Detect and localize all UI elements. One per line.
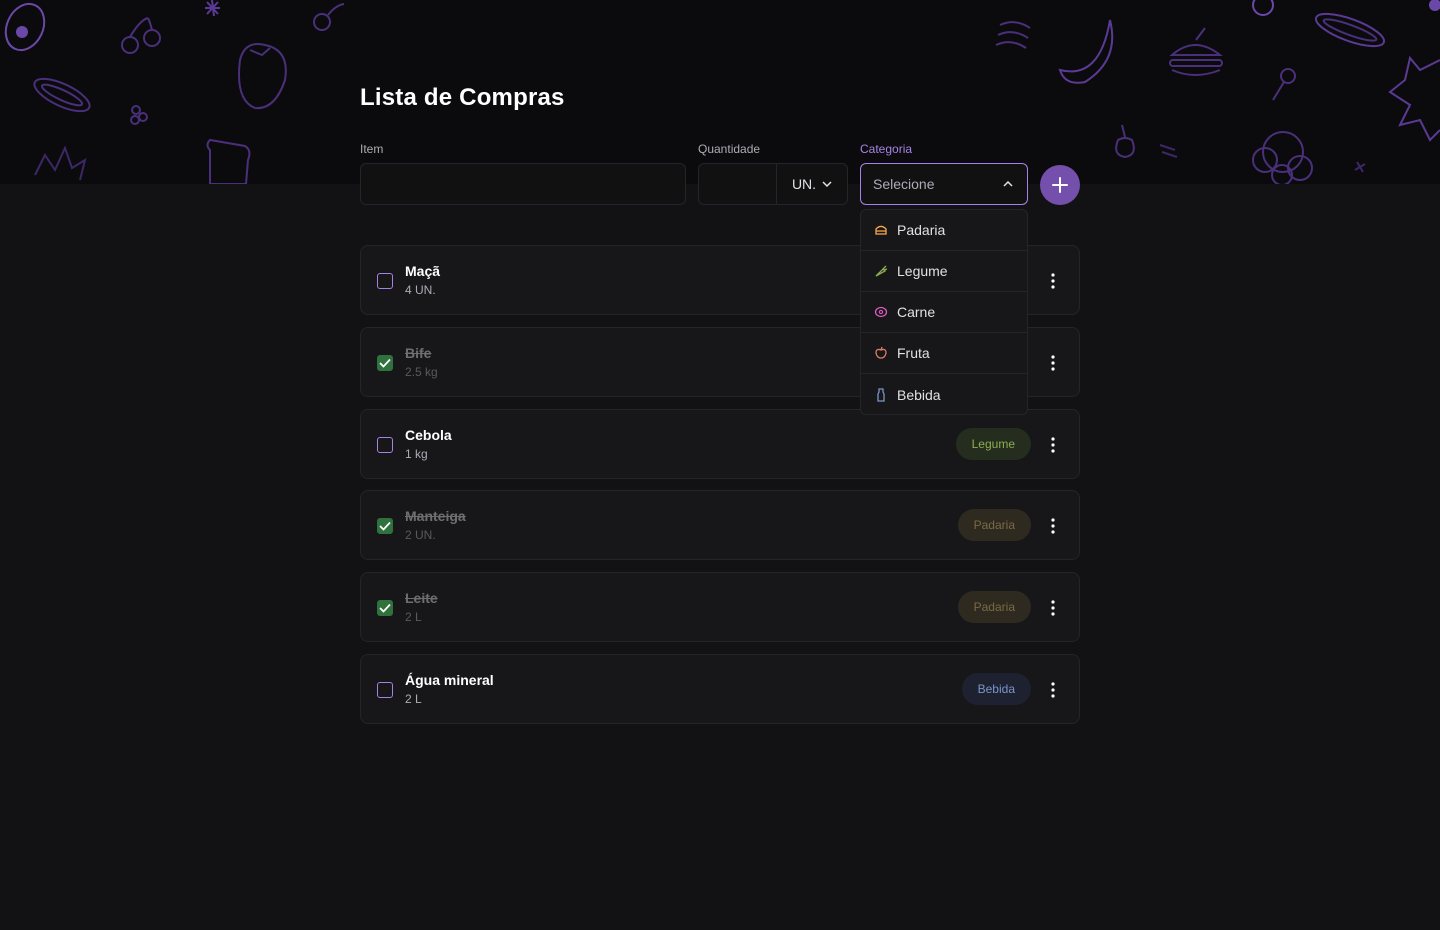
item-name: Água mineral [405,672,494,688]
list-item: Água mineral 2 L Bebida [360,654,1080,724]
item-menu-button[interactable] [1041,270,1065,292]
item-name: Leite [405,590,438,606]
item-quantity: 1 kg [405,447,428,461]
quantity-input[interactable] [699,164,777,204]
item-menu-button[interactable] [1041,515,1065,537]
check-icon [379,521,391,531]
item-quantity: 4 UN. [405,283,436,297]
option-label: Carne [897,304,936,320]
check-icon [379,358,391,368]
header-background [0,0,1440,184]
food-doodles-pattern [4,0,1440,184]
chevron-up-icon [1003,181,1013,187]
item-menu-button[interactable] [1041,352,1065,374]
quantity-group: UN. [698,163,848,205]
item-checkbox[interactable] [377,437,393,453]
item-input[interactable] [360,163,686,205]
item-checkbox[interactable] [377,682,393,698]
item-checkbox[interactable] [377,518,393,534]
check-icon [379,603,391,613]
item-quantity: 2 L [405,692,422,706]
category-option-fruta[interactable]: Fruta [861,333,1027,374]
category-tag: Bebida [961,673,1031,705]
item-quantity: 2 UN. [405,528,436,542]
more-vertical-icon [1051,437,1055,453]
category-dropdown: Padaria Legume Carne Fruta Bebida [860,209,1028,415]
category-option-bebida[interactable]: Bebida [861,374,1027,414]
bread-icon [875,225,887,235]
list-item: Cebola 1 kg Legume [360,409,1080,479]
category-option-padaria[interactable]: Padaria [861,210,1027,251]
more-vertical-icon [1051,273,1055,289]
item-name: Cebola [405,427,452,443]
more-vertical-icon [1051,355,1055,371]
quantity-label: Quantidade [698,142,761,156]
milk-icon [877,387,885,402]
option-label: Legume [897,263,948,279]
more-vertical-icon [1051,518,1055,534]
page-title: Lista de Compras [360,84,565,111]
option-label: Padaria [897,222,946,238]
apple-icon [875,346,887,359]
item-checkbox[interactable] [377,600,393,616]
item-menu-button[interactable] [1041,597,1065,619]
item-checkbox[interactable] [377,273,393,289]
category-select[interactable]: Selecione [860,163,1028,205]
item-quantity: 2 L [405,610,422,624]
category-placeholder: Selecione [873,176,935,192]
item-label: Item [360,142,384,156]
item-name: Maçã [405,263,441,279]
unit-select[interactable]: UN. [777,164,847,204]
item-name: Bife [405,345,432,361]
item-name: Manteiga [405,508,466,524]
unit-value: UN. [791,176,817,192]
chevron-down-icon [822,181,832,187]
carrot-icon [875,265,888,277]
category-tag: Legume [955,428,1031,460]
add-item-button[interactable] [1040,165,1080,205]
option-label: Fruta [897,345,930,361]
item-menu-button[interactable] [1041,434,1065,456]
list-item: Leite 2 L Padaria [360,572,1080,642]
plus-icon [1052,177,1068,193]
category-tag: Padaria [957,509,1031,541]
more-vertical-icon [1051,682,1055,698]
category-label: Categoria [860,142,913,156]
item-menu-button[interactable] [1041,679,1065,701]
beef-icon [874,306,888,318]
item-checkbox[interactable] [377,355,393,371]
item-quantity: 2.5 kg [405,365,438,379]
category-option-legume[interactable]: Legume [861,251,1027,292]
list-item: Manteiga 2 UN. Padaria [360,490,1080,560]
category-tag: Padaria [957,591,1031,623]
category-option-carne[interactable]: Carne [861,292,1027,333]
option-label: Bebida [897,386,941,403]
more-vertical-icon [1051,600,1055,616]
